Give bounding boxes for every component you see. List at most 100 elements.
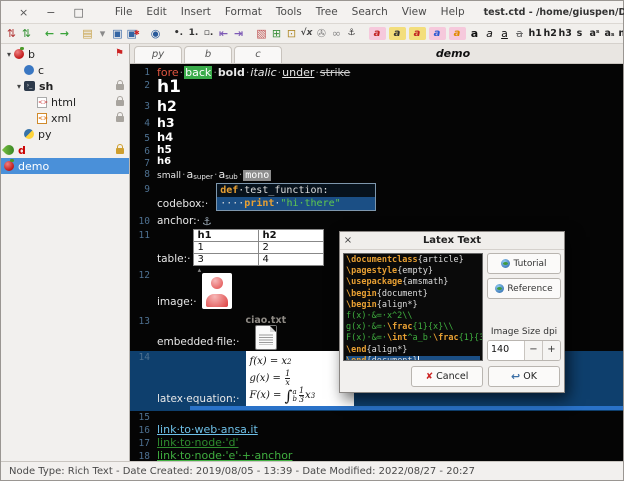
anchor-line[interactable]: 10 anchor:· ⚓ [130, 215, 623, 229]
table-header-cell[interactable]: h2 [259, 230, 324, 242]
heading-1-icon[interactable]: h1 [529, 25, 541, 42]
insert-latex-icon[interactable]: √x [301, 25, 313, 42]
latex-equation-image[interactable]: f(x) = x2 g(x) = 1x F(x) = ∫ab13x3 [246, 351, 354, 406]
tree-node-py[interactable]: py [1, 126, 129, 142]
menu-edit[interactable]: Edit [139, 4, 173, 20]
tab-b[interactable]: b [184, 46, 232, 63]
tab-c[interactable]: c [234, 46, 282, 63]
table-cell[interactable]: 3 [194, 254, 259, 266]
insert-image-icon[interactable]: ▧ [256, 25, 268, 42]
table-cell[interactable]: 1 [194, 242, 259, 254]
format-strikethrough-icon[interactable]: a [514, 25, 526, 42]
embedded-image[interactable]: ▴ [200, 269, 232, 309]
menu-insert[interactable]: Insert [174, 4, 218, 20]
latex-code-editor[interactable]: \documentclass{article}\pagestyle{empty}… [343, 253, 483, 361]
dialog-close-button[interactable]: × [340, 235, 356, 246]
format-subscript-icon[interactable]: aₛ [604, 25, 616, 42]
table-cell[interactable]: 4 [259, 254, 324, 266]
menu-tree[interactable]: Tree [309, 4, 345, 20]
table-cell[interactable]: 2 [259, 242, 324, 254]
insert-codebox-icon[interactable]: ⊡ [286, 25, 298, 42]
text-line-h5[interactable]: 6 h5 [130, 145, 623, 157]
empty-line[interactable]: 15 [130, 411, 623, 423]
demo-table[interactable]: h1h21234 [193, 229, 324, 266]
go-next-visited-node-icon[interactable]: ⇅ [21, 25, 33, 42]
text-line-h1[interactable]: 2 h1 [130, 79, 623, 100]
format-fill-color-icon[interactable]: a [409, 27, 426, 40]
insert-table-icon[interactable]: ⊞ [271, 25, 283, 42]
menu-tools[interactable]: Tools [269, 4, 309, 20]
menu-format[interactable]: Format [218, 4, 269, 20]
tree-node-xml[interactable]: <>xml [1, 110, 129, 126]
tree-node-html[interactable]: <>html [1, 94, 129, 110]
ok-button[interactable]: ↩OK [488, 366, 560, 387]
indent-left-icon[interactable]: ⇤ [218, 25, 230, 42]
format-bold-icon[interactable]: a [469, 25, 481, 42]
cancel-button[interactable]: ✘Cancel [411, 366, 483, 387]
nav-forward-icon[interactable]: → [59, 25, 71, 42]
tree-node-demo[interactable]: demo [1, 158, 129, 174]
format-monospace-icon[interactable]: ms [619, 25, 624, 42]
link-to-node-d[interactable]: link·to·node·'d' [157, 436, 238, 449]
open-recent-dropdown-icon[interactable]: ▾ [97, 25, 109, 42]
bulleted-list-icon[interactable]: •. [173, 25, 185, 42]
menu-help[interactable]: Help [434, 4, 472, 20]
go-prev-visited-node-icon[interactable]: ⇅ [6, 25, 18, 42]
link-to-web-ansa[interactable]: link·to·web·ansa.it [157, 423, 258, 436]
tutorial-button[interactable]: Tutorial [487, 253, 561, 274]
reference-button[interactable]: Reference [487, 278, 561, 299]
link-to-node-e-anchor[interactable]: link·to·node·'e'·+·anchor [157, 449, 292, 461]
link-line[interactable]: 18link·to·node·'e'·+·anchor [130, 449, 623, 461]
tree-node-b[interactable]: ▾b⚑ [1, 46, 129, 62]
link-line[interactable]: 17link·to·node·'d' [130, 436, 623, 449]
save-icon[interactable]: ▣ [112, 25, 124, 42]
text-line-formats[interactable]: 1 fore·back·bold·italic·under·strike [130, 66, 623, 79]
attach-file-icon[interactable]: ✇ [316, 25, 328, 42]
save-as-icon[interactable]: ▣✱ [127, 25, 139, 42]
window-minimize-button[interactable]: − [46, 6, 55, 19]
open-file-icon[interactable]: ▤ [82, 25, 94, 42]
text-line-small-super-sub-mono[interactable]: 8 small·asuper·asub·mono [130, 168, 623, 183]
tab-py[interactable]: py [134, 46, 182, 63]
format-superscript-icon[interactable]: aˢ [589, 25, 601, 42]
heading-3-icon[interactable]: h3 [559, 25, 571, 42]
format-highlight-color-icon[interactable]: a [449, 27, 466, 40]
text-line-h6[interactable]: 7 h6 [130, 157, 623, 168]
format-italic-icon[interactable]: a [484, 25, 496, 42]
nav-back-icon[interactable]: ← [44, 25, 56, 42]
dpi-decrease-button[interactable]: − [524, 341, 542, 360]
find-icon[interactable]: ◉ [150, 25, 162, 42]
heading-2-icon[interactable]: h2 [544, 25, 556, 42]
format-font-color-icon[interactable]: a [429, 27, 446, 40]
text-line-h2[interactable]: 3 h2 [130, 100, 623, 117]
menu-search[interactable]: Search [345, 4, 395, 20]
insert-link-icon[interactable]: ∞ [331, 25, 343, 42]
window-close-button[interactable]: × [19, 6, 28, 19]
text-line-h3[interactable]: 4 h3 [130, 117, 623, 132]
format-underline-icon[interactable]: a [499, 25, 511, 42]
tree-node-d[interactable]: d [1, 142, 129, 158]
insert-anchor-icon[interactable]: ⚓ [346, 25, 358, 42]
embedded-file-widget[interactable]: ciao.txt [245, 315, 286, 349]
menu-view[interactable]: View [395, 4, 434, 20]
codebox-widget[interactable]: def·test_function: ····print·"hi·there" [216, 183, 376, 211]
format-color-foreground-icon[interactable]: a [369, 27, 386, 40]
numbered-list-icon[interactable]: 1. [188, 25, 200, 42]
todo-list-icon[interactable]: ▫. [203, 25, 215, 42]
expander-icon[interactable]: ▾ [4, 50, 14, 59]
text-line-h4[interactable]: 5 h4 [130, 132, 623, 145]
link-line[interactable]: 16link·to·web·ansa.it [130, 423, 623, 436]
codebox-line[interactable]: 9 codebox:· def·test_function: ····print… [130, 183, 623, 215]
tree-node-c[interactable]: c [1, 62, 129, 78]
window-maximize-button[interactable]: □ [73, 6, 83, 19]
dpi-increase-button[interactable]: + [542, 341, 560, 360]
format-small-icon[interactable]: s [574, 25, 586, 42]
format-color-background-icon[interactable]: a [389, 27, 406, 40]
dpi-value-field[interactable]: 140 [488, 341, 524, 360]
expander-icon[interactable]: ▾ [14, 82, 24, 91]
menu-file[interactable]: File [108, 4, 140, 20]
tree-node-sh[interactable]: ▾›_sh [1, 78, 129, 94]
table-header-cell[interactable]: h1 [194, 230, 259, 242]
anchor-icon[interactable]: ⚓ [202, 215, 212, 228]
indent-right-icon[interactable]: ⇥ [233, 25, 245, 42]
